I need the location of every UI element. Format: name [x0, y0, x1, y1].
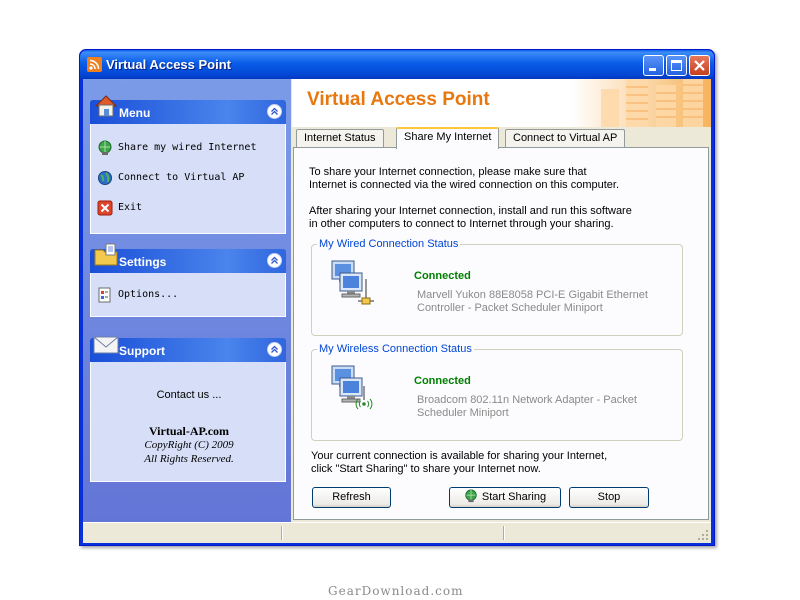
stop-button-label: Stop [597, 491, 621, 503]
wired-status: Connected [414, 270, 471, 282]
share-my-internet-page: To share your Internet connection, pleas… [293, 147, 709, 520]
banner-title: Virtual Access Point [307, 89, 490, 110]
menu-item-label: Share my wired Internet [118, 142, 257, 153]
watermark-text: GearDownload.com [328, 584, 464, 598]
share-globe-icon [98, 140, 112, 155]
status-separator [281, 526, 283, 540]
collapse-menu-icon[interactable] [267, 104, 282, 119]
contact-us-link[interactable]: Contact us ... [91, 389, 287, 401]
wireless-adapter-name: Broadcom 802.11n Network Adapter - Packe… [417, 394, 637, 419]
start-sharing-button[interactable]: Start Sharing [449, 487, 561, 508]
options-icon [98, 287, 111, 303]
home-icon [92, 92, 120, 120]
wireless-groupbox-label: My Wireless Connection Status [317, 343, 474, 355]
intro-text-line1: To share your Internet connection, pleas… [309, 166, 587, 178]
title-bar[interactable]: Virtual Access Point [80, 50, 714, 79]
close-icon [694, 60, 705, 71]
tab-internet-status[interactable]: Internet Status [296, 129, 384, 147]
status-bar [83, 522, 711, 543]
rights-text: All Rights Reserved. [144, 453, 234, 465]
footer-text-line2: click "Start Sharing" to share your Inte… [311, 463, 541, 475]
window-client: Menu Share my wired Internet Connect to … [83, 79, 711, 543]
support-panel-title: Support [119, 344, 165, 358]
collapse-settings-icon[interactable] [267, 253, 282, 268]
resize-grip-icon[interactable] [697, 529, 709, 541]
copyright-text: CopyRight (C) 2009 [144, 439, 234, 451]
header-banner: Virtual Access Point [292, 79, 711, 127]
support-panel-header[interactable]: Support [90, 336, 286, 362]
wired-network-icon [331, 260, 374, 305]
wireless-network-icon [331, 365, 373, 410]
tab-share-my-internet[interactable]: Share My Internet [396, 127, 500, 149]
refresh-button[interactable]: Refresh [312, 487, 391, 508]
collapse-support-icon[interactable] [267, 342, 282, 357]
window-title: Virtual Access Point [106, 57, 231, 72]
minimize-icon [649, 68, 656, 71]
intro-text-line2: Internet is connected via the wired conn… [309, 179, 620, 191]
settings-panel-body: Options... [90, 273, 286, 317]
after-text-line1: After sharing your Internet connection, … [309, 205, 632, 217]
exit-icon [97, 200, 113, 216]
menu-item-label: Connect to Virtual AP [118, 172, 245, 183]
wireless-connection-groupbox: My Wireless Connection Status Connected … [311, 343, 683, 441]
maximize-icon [671, 60, 682, 71]
connect-globe-icon [98, 171, 112, 185]
rss-icon [87, 57, 102, 72]
wired-adapter-name: Marvell Yukon 88E8058 PCI-E Gigabit Ethe… [417, 289, 648, 314]
menu-panel-title: Menu [119, 106, 151, 120]
mail-icon [92, 330, 120, 358]
settings-panel-header[interactable]: Settings [90, 243, 286, 273]
share-globe-icon [465, 489, 477, 503]
support-panel-body: Contact us ... Virtual-AP.com CopyRight … [90, 362, 286, 482]
stop-button[interactable]: Stop [569, 487, 649, 508]
minimize-button[interactable] [643, 55, 664, 76]
menu-item-label: Options... [118, 289, 179, 300]
maximize-button[interactable] [666, 55, 687, 76]
sidebar: Menu Share my wired Internet Connect to … [83, 79, 291, 522]
after-text-line2: in other computers to connect to Interne… [309, 218, 614, 230]
wired-groupbox-label: My Wired Connection Status [317, 238, 461, 250]
wireless-status: Connected [414, 375, 471, 387]
support-website: Virtual-AP.com [148, 424, 230, 438]
tab-connect-to-virtual-ap[interactable]: Connect to Virtual AP [505, 129, 626, 147]
menu-item-label: Exit [118, 202, 143, 213]
footer-text-line1: Your current connection is available for… [311, 450, 608, 462]
menu-panel-body: Share my wired Internet Connect to Virtu… [90, 124, 286, 234]
app-window: Virtual Access Point Menu Share my wired… [79, 49, 715, 546]
menu-panel-header[interactable]: Menu [90, 95, 286, 124]
close-button[interactable] [689, 55, 710, 76]
settings-folder-icon [92, 241, 120, 269]
start-sharing-label: Start Sharing [481, 491, 547, 503]
buildings-banner-art [571, 79, 711, 127]
settings-panel-title: Settings [119, 255, 167, 269]
status-separator [503, 526, 505, 540]
wired-connection-groupbox: My Wired Connection Status Connected Mar… [311, 238, 683, 336]
refresh-button-label: Refresh [332, 491, 371, 503]
